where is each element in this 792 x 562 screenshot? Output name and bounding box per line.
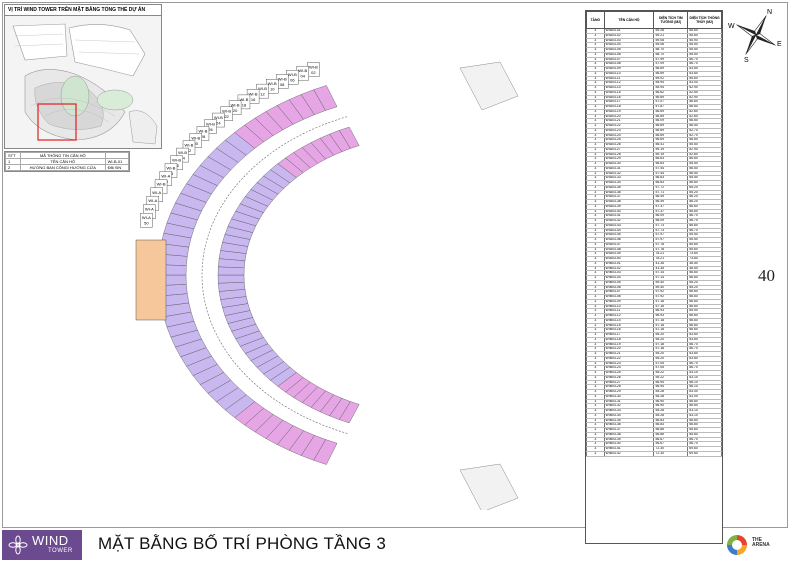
logo-sub: TOWER — [48, 548, 73, 554]
unit-label-code: WI-A — [152, 190, 161, 195]
unit-label: WI-A50 — [140, 213, 153, 228]
floor-cell: 3 — [586, 451, 605, 457]
unit-label-code: WI-B — [258, 86, 267, 91]
unit-label-code: WI-B — [268, 81, 277, 86]
table-header-gross-area: DIỆN TÍCH TIM TƯỜNG (M2) — [653, 11, 689, 29]
unit-label: WI-B02 — [307, 62, 320, 77]
unit-label-number: 24 — [216, 121, 221, 126]
unit-area-table: TẦNG TÊN CĂN HỘ DIỆN TÍCH TIM TƯỜNG (M2)… — [585, 10, 723, 544]
wind-tower-logo: WIND TOWER — [2, 530, 82, 560]
unit-label-code: WI-B — [298, 68, 307, 73]
unit-label: WI-B04 — [296, 65, 309, 81]
table-header-unit: TÊN CĂN HỘ — [603, 11, 655, 29]
unit-label-code: WI-B — [191, 135, 200, 140]
unit-label-code: WI-B — [288, 72, 297, 77]
page-title: MẶT BẰNG BỐ TRÍ PHÒNG TẦNG 3 — [98, 534, 387, 553]
unit-label-code: WI-B — [167, 165, 176, 170]
apartment-unit — [217, 274, 245, 284]
floor-plan: WI-B02WI-B04WI-B06WI-B08WI-B10WI-B12WI-B… — [135, 61, 519, 510]
unit-label-code: WI-A — [148, 198, 157, 203]
unit-label-number: 06 — [290, 78, 295, 83]
unit-label-code: WI-B — [214, 115, 223, 120]
unit-label-number: 22 — [224, 114, 229, 119]
legend-row-2-value: ĐB/ ĐN — [104, 164, 130, 171]
compass-e: E — [777, 41, 782, 48]
logo-name: WIND — [32, 533, 69, 548]
unit-label-number: 04 — [301, 74, 306, 79]
flower-logo-icon — [8, 535, 28, 555]
unit-label-number: 50 — [144, 221, 149, 226]
unit-label-number: 16 — [251, 97, 256, 102]
unit-info-legend: STT MÃ THÔNG TIN CĂN HỘ 1 TÊN CĂN HỘ WI-… — [4, 151, 130, 172]
table-header-floor: TẦNG — [586, 11, 605, 29]
unit-name-cell: WIB03-42 — [603, 451, 655, 457]
table-header-net-area: DIỆN TÍCH THÔNG THỦY (M2) — [687, 11, 722, 29]
compass-icon: N S E W — [728, 9, 782, 64]
compass-w: W — [728, 23, 735, 30]
compass-s: S — [744, 57, 749, 64]
apartment-unit — [217, 266, 245, 276]
south-end-cap — [459, 463, 519, 510]
unit-label-number: 20 — [233, 108, 238, 113]
unit-label-code: WI-B — [278, 77, 287, 82]
north-end-cap — [459, 61, 519, 111]
unit-label-code: WI-A — [142, 215, 151, 220]
unit-label-code: WI-B — [309, 64, 318, 69]
unit-label-code: WI-B — [199, 128, 208, 133]
inset-title: VỊ TRÍ WIND TOWER TRÊN MẶT BẰNG TỔNG THỂ… — [5, 5, 161, 16]
units-layer — [135, 61, 519, 510]
net-area-cell: 69.60 — [687, 451, 722, 457]
arena-line2: ARENA — [752, 542, 770, 548]
table-body: 3 WIA03-01 59.28 55.60 3 WIA03-02 59.21 55.60 3 W… — [586, 28, 722, 457]
core-area — [135, 239, 167, 321]
compass-n: N — [767, 9, 772, 16]
gross-area-cell: 72.30 — [653, 451, 689, 457]
legend-row-2-label: HƯỚNG BAN CÔNG/ HƯỚNG CỬA — [19, 164, 106, 171]
unit-label-code: WI-B — [206, 122, 215, 127]
arena-logo-text: THE ARENA — [752, 538, 770, 548]
unit-label-number: 08 — [280, 82, 285, 87]
unit-label-code: WI-B — [172, 158, 181, 163]
unit-label-code: WI-B — [178, 150, 187, 155]
unit-label-number: 10 — [270, 87, 275, 92]
page-number: 40 — [758, 266, 775, 285]
unit-label-code: WI-A — [145, 207, 154, 212]
unit-label-number: 02 — [311, 70, 316, 75]
unit-label-number: 12 — [260, 92, 265, 97]
legend-row-2-num: 2 — [5, 164, 21, 171]
unit-label-code: WI-B — [185, 143, 194, 148]
unit-label-number: 18 — [242, 102, 247, 107]
unit-label-code: WI-A — [161, 173, 170, 178]
table-row: 3 WIB03-42 72.30 69.60 — [586, 451, 722, 457]
unit-label-code: WI-B — [157, 182, 166, 187]
